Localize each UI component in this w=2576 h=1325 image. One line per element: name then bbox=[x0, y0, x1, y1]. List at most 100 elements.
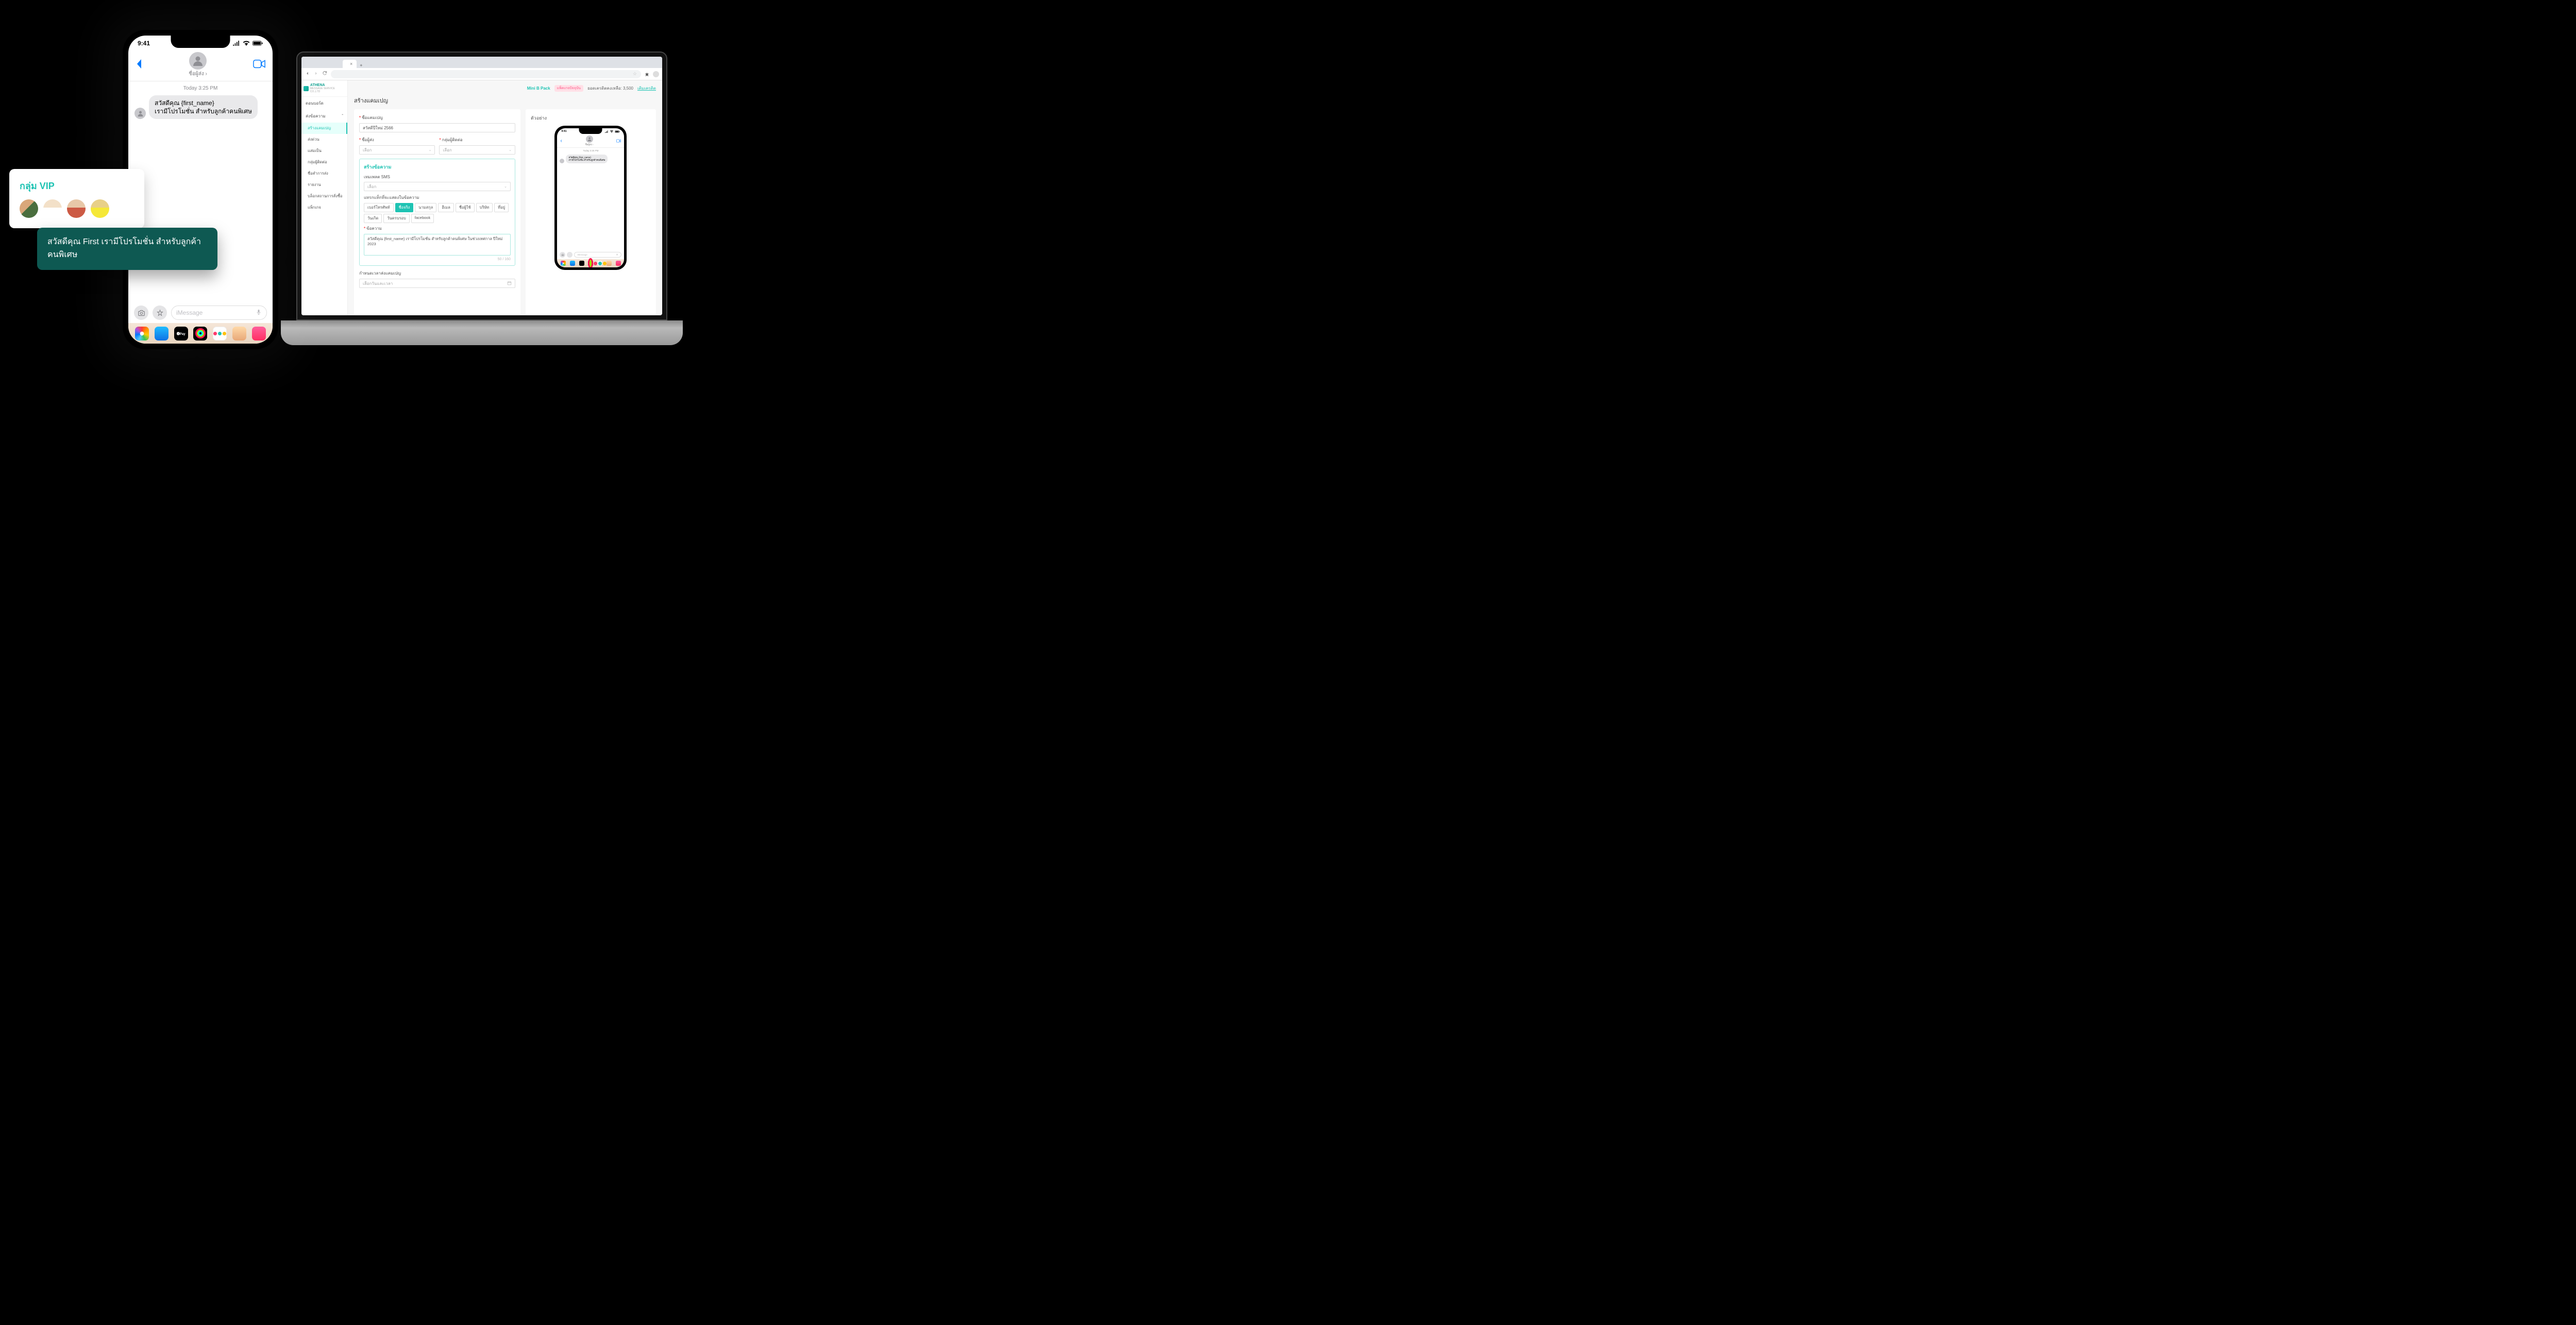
avatar bbox=[43, 199, 62, 218]
photos-app-icon bbox=[561, 261, 566, 266]
appstore-app-icon bbox=[570, 261, 575, 266]
form-card: *ชื่อแคมเปญ *ชื่อผู้ส่ง เลือก⌄ *กลุ่มผู้… bbox=[354, 109, 520, 315]
sidebar-sub-orders[interactable]: บล็อกสถานการสั่งซื้อ bbox=[301, 191, 347, 202]
topbar: Mini B Pack แพ็คเกจปัจจุบัน ยอดเครดิตคงเ… bbox=[348, 80, 662, 96]
fitness-app-icon bbox=[588, 261, 593, 266]
content-columns: *ชื่อแคมเปญ *ชื่อผู้ส่ง เลือก⌄ *กลุ่มผู้… bbox=[348, 109, 662, 315]
logo: ATHENA MESSAGE SERVICE CO.,LTD bbox=[301, 80, 347, 97]
logo-mark-icon bbox=[304, 86, 309, 91]
camera-button[interactable] bbox=[134, 305, 148, 320]
tag-firstname[interactable]: ชื่อจริง bbox=[395, 203, 414, 212]
message-input[interactable]: iMessage bbox=[171, 305, 267, 320]
mic-icon[interactable] bbox=[256, 308, 262, 318]
laptop-screen: × + ☆ ATHENA MESSAGE SERVI bbox=[296, 52, 667, 320]
tag-facebook[interactable]: facebook bbox=[411, 214, 434, 223]
new-tab-button[interactable]: + bbox=[360, 63, 362, 68]
tag-company[interactable]: บริษัท bbox=[476, 203, 493, 212]
contact-name: ชื่อผู้ส่ง › bbox=[189, 70, 207, 78]
contact-group-label: กลุ่มผู้ติดต่อ bbox=[442, 137, 463, 143]
message-block: สร้างข้อความ เทมเพลต SMS เลือก⌄ แทรกแท็ก… bbox=[359, 159, 515, 266]
template-select[interactable]: เลือก⌄ bbox=[364, 182, 511, 191]
messages-header: ชื่อผู้ส่ง › bbox=[128, 51, 273, 81]
preview-dock bbox=[557, 259, 624, 267]
camera-icon bbox=[560, 252, 565, 258]
tag-phone[interactable]: เบอร์โทรศัพท์ bbox=[364, 203, 394, 212]
message-row: สวัสดีคุณ {first_name} เรามีโปรโมชั่น สำ… bbox=[128, 95, 273, 119]
preview-bubble: สวัสดีคุณ {first_name} เรามีโปรโมชั่น สำ… bbox=[566, 155, 608, 163]
topup-link[interactable]: เติมเครดิต bbox=[637, 85, 656, 92]
contact-avatar-icon bbox=[189, 52, 207, 70]
extensions-icon[interactable] bbox=[644, 71, 650, 77]
profile-avatar-icon[interactable] bbox=[653, 71, 659, 77]
tag-birthday[interactable]: วันเกิด bbox=[364, 214, 382, 223]
sidebar-item-send[interactable]: ส่งข้อความ ˆ bbox=[301, 110, 347, 123]
message-label: ข้อความ bbox=[366, 225, 382, 232]
sender-label: ชื่อผู้ส่ง bbox=[362, 137, 374, 143]
chat-app-icon[interactable] bbox=[213, 327, 227, 341]
vip-title: กลุ่ม VIP bbox=[20, 178, 134, 193]
preview-status-icons bbox=[604, 130, 620, 133]
contact-select[interactable]: เลือก⌄ bbox=[439, 145, 515, 155]
credit-label: ยอดเครดิตคงเหลือ: 3,500 bbox=[587, 85, 633, 92]
sidebar-sub-quick-send[interactable]: ส่งด่วน bbox=[301, 134, 347, 145]
reload-icon[interactable] bbox=[322, 70, 328, 79]
browser-tab[interactable]: × bbox=[343, 60, 357, 68]
signal-icon bbox=[232, 41, 241, 46]
tag-lastname[interactable]: นามสกุล bbox=[415, 203, 436, 212]
game-app-icon[interactable] bbox=[252, 327, 266, 341]
avatar bbox=[91, 199, 109, 218]
appstore-app-icon[interactable] bbox=[155, 327, 169, 341]
forward-icon[interactable] bbox=[313, 70, 319, 79]
message-bubble: สวัสดีคุณ {first_name} เรามีโปรโมชั่น สำ… bbox=[149, 95, 258, 119]
schedule-input[interactable]: เลือกวันและเวลา bbox=[359, 279, 515, 288]
campaign-name-input[interactable] bbox=[359, 123, 515, 132]
sidebar-item-dashboard[interactable]: ดอนบอร์ด bbox=[301, 97, 347, 110]
sidebar-sub-sender-name[interactable]: ชื่อคำการส่ง bbox=[301, 168, 347, 179]
close-tab-icon[interactable]: × bbox=[350, 61, 352, 66]
fitness-app-icon[interactable] bbox=[193, 327, 207, 341]
preview-toast: สวัสดีคุณ First เรามีโปรโมชั่น สำหรับลูก… bbox=[37, 228, 217, 270]
sidebar-sub-contacts[interactable]: กลุ่มผู้ติดต่อ bbox=[301, 157, 347, 168]
tag-address[interactable]: ที่อยู่ bbox=[494, 203, 509, 212]
tag-username[interactable]: ชื่อผู้ใช้ bbox=[456, 203, 475, 212]
message-timestamp: Today 3:25 PM bbox=[128, 81, 273, 95]
battery-icon bbox=[252, 41, 263, 46]
char-count: 50 / 160 bbox=[364, 258, 511, 261]
logo-text: ATHENA bbox=[310, 83, 345, 87]
sidebar-sub-packages[interactable]: แพ็กเกจ bbox=[301, 202, 347, 213]
preview-back-icon: ‹ bbox=[560, 138, 562, 144]
mic-icon bbox=[616, 253, 618, 257]
contact-info[interactable]: ชื่อผู้ส่ง › bbox=[189, 52, 207, 78]
memoji-app-icon bbox=[607, 261, 612, 266]
memoji-app-icon[interactable] bbox=[232, 327, 246, 341]
sidebar-sub-reports[interactable]: รายงาน bbox=[301, 179, 347, 191]
phone-notch bbox=[171, 36, 230, 48]
credit-value: 3,500 bbox=[623, 86, 633, 91]
browser-tab-strip: × + bbox=[301, 57, 662, 68]
phone-mockup: 9:41 ชื่อผู้ส่ง › Today 3:25 PM สวัสดีคุ… bbox=[123, 30, 278, 349]
applepay-app-icon[interactable]: 🅐Pay bbox=[174, 327, 188, 341]
preview-card: ตัวอย่าง 9:41 bbox=[526, 109, 656, 315]
tag-anniversary[interactable]: วันครบรอบ bbox=[383, 214, 409, 223]
template-label: เทมเพลต SMS bbox=[364, 174, 511, 180]
video-call-button[interactable] bbox=[253, 59, 265, 71]
avatar bbox=[20, 199, 38, 218]
vip-card: กลุ่ม VIP bbox=[9, 169, 144, 228]
photos-app-icon[interactable] bbox=[135, 327, 149, 341]
address-bar[interactable]: ☆ bbox=[331, 70, 641, 78]
appstore-icon bbox=[567, 252, 573, 258]
tag-email[interactable]: อีเมล bbox=[438, 203, 454, 212]
back-button[interactable] bbox=[136, 59, 143, 72]
signal-icon bbox=[604, 130, 609, 133]
calendar-icon bbox=[507, 281, 512, 286]
page-title: สร้างแคมเปญ bbox=[348, 96, 662, 109]
sidebar-sub-create-campaign[interactable]: สร้างแคมเปญ bbox=[301, 123, 347, 134]
sidebar-sub-templates[interactable]: แสมเป็น bbox=[301, 145, 347, 157]
app-body: ATHENA MESSAGE SERVICE CO.,LTD ดอนบอร์ด … bbox=[301, 80, 662, 315]
sender-select[interactable]: เลือก⌄ bbox=[359, 145, 435, 155]
back-icon[interactable] bbox=[305, 70, 310, 79]
message-textarea[interactable] bbox=[364, 234, 511, 256]
bookmark-star-icon[interactable]: ☆ bbox=[633, 71, 637, 77]
app-drawer-button[interactable] bbox=[153, 305, 167, 320]
chevron-down-icon: ⌄ bbox=[509, 148, 512, 152]
